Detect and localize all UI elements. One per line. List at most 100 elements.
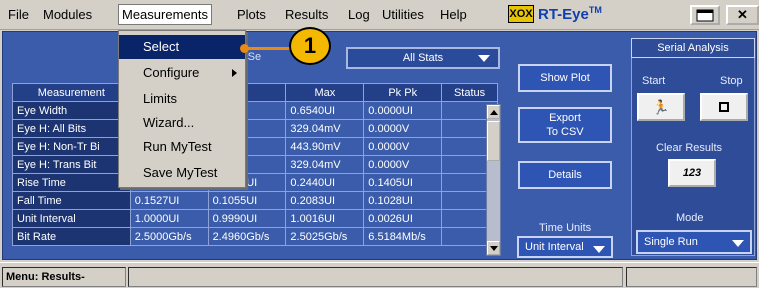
window-icon xyxy=(696,9,714,22)
export-csv-button[interactable]: Export To CSV xyxy=(518,107,612,143)
status-bar: Menu: Results->Summ... xyxy=(0,262,759,288)
menu-item-select[interactable]: Select xyxy=(119,35,245,59)
value-cell: 0.1028UI xyxy=(363,191,443,210)
status-cell-empty xyxy=(626,267,757,287)
menu-item-save-mytest[interactable]: Save MyTest xyxy=(119,161,245,185)
close-button[interactable]: ✕ xyxy=(726,5,759,25)
scroll-down-icon[interactable] xyxy=(487,241,500,255)
value-cell: 2.4960Gb/s xyxy=(207,227,287,246)
time-units-value: Unit Interval xyxy=(525,241,584,253)
menu-file[interactable]: File xyxy=(8,7,29,22)
menu-item-run-mytest[interactable]: Run MyTest xyxy=(119,135,245,159)
menu-help[interactable]: Help xyxy=(440,7,467,22)
col-max[interactable]: Max xyxy=(285,83,365,102)
value-cell: 1.0000UI xyxy=(129,209,209,228)
measurement-name-cell: Bit Rate xyxy=(12,227,131,246)
measurement-name-cell: Unit Interval xyxy=(12,209,131,228)
scroll-up-icon[interactable] xyxy=(487,105,500,119)
start-button[interactable]: 🏃 xyxy=(637,93,685,121)
menu-log[interactable]: Log xyxy=(348,7,370,22)
chevron-down-icon xyxy=(478,55,490,62)
time-units-dropdown[interactable]: Unit Interval xyxy=(517,236,613,258)
value-cell: 0.1405UI xyxy=(363,173,443,192)
menu-modules[interactable]: Modules xyxy=(43,7,92,22)
value-cell: 0.0000V xyxy=(363,119,443,138)
app-name: RT-EyeTM xyxy=(538,5,602,23)
callout-badge: 1 xyxy=(289,27,331,65)
details-label: Details xyxy=(548,169,582,181)
eraser-icon: 123 xyxy=(682,167,702,179)
close-icon: ✕ xyxy=(737,7,748,22)
col-status[interactable]: Status xyxy=(441,83,498,102)
mode-label: Mode xyxy=(676,212,704,224)
menu-measurements[interactable]: Measurements xyxy=(118,4,212,25)
measurement-name-cell: Eye H: Non-Tr Bi xyxy=(12,137,131,156)
measurement-name-cell: Eye H: Trans Bit xyxy=(12,155,131,174)
table-row[interactable]: Unit Interval 1.0000UI 0.9990UI 1.0016UI 0.0… xyxy=(12,209,498,228)
table-row[interactable]: Fall Time 0.1527UI 0.1055UI 0.2083UI 0.1028U… xyxy=(12,191,498,210)
menu-item-wizard[interactable]: Wizard... xyxy=(119,111,245,135)
menu-utilities[interactable]: Utilities xyxy=(382,7,424,22)
serial-analysis-title: Serial Analysis xyxy=(631,38,755,58)
menu-item-limits[interactable]: Limits xyxy=(119,87,245,111)
details-button[interactable]: Details xyxy=(518,161,612,189)
value-cell: 0.1055UI xyxy=(207,191,287,210)
chevron-down-icon xyxy=(732,240,744,247)
window-icon-button[interactable] xyxy=(690,5,720,25)
mode-dropdown[interactable]: Single Run xyxy=(636,230,752,254)
results-table: Measurement Max Pk Pk Status Eye WidthUI… xyxy=(12,83,498,246)
stop-button[interactable] xyxy=(700,93,748,121)
table-row[interactable]: Eye H: All BitsmV329.04mV0.0000V xyxy=(12,119,498,138)
menu-results[interactable]: Results xyxy=(285,7,328,22)
running-man-icon: 🏃 xyxy=(652,98,670,115)
export-label-1: Export xyxy=(549,112,581,124)
measurements-menu: Select Configure Limits Wizard... Run My… xyxy=(118,30,246,188)
table-header-row: Measurement Max Pk Pk Status xyxy=(12,83,498,102)
submenu-arrow-icon xyxy=(232,69,237,77)
status-cell-empty xyxy=(128,267,623,287)
value-cell: 329.04mV xyxy=(285,119,365,138)
value-cell: 443.90mV xyxy=(285,137,365,156)
value-cell: 0.9990UI xyxy=(207,209,287,228)
value-cell: 0.2083UI xyxy=(285,191,365,210)
value-cell: 6.5184Mb/s xyxy=(363,227,443,246)
stop-icon xyxy=(719,102,729,112)
value-cell: 1.0016UI xyxy=(285,209,365,228)
mode-value: Single Run xyxy=(644,236,698,248)
measurement-name-cell: Fall Time xyxy=(12,191,131,210)
table-row[interactable]: Rise Time0.1586UI0.1034UI0.2440UI0.1405U… xyxy=(12,173,498,192)
value-cell: 0.2440UI xyxy=(285,173,365,192)
stats-dropdown[interactable]: All Stats xyxy=(346,47,500,69)
value-cell: 2.5000Gb/s xyxy=(129,227,209,246)
callout-line xyxy=(244,47,292,50)
chevron-down-icon xyxy=(593,246,605,253)
measurement-name-cell: Eye H: All Bits xyxy=(12,119,131,138)
table-row[interactable]: Bit Rate 2.5000Gb/s 2.4960Gb/s 2.5025Gb/s 6.… xyxy=(12,227,498,246)
value-cell: 0.0000V xyxy=(363,155,443,174)
export-label-2: To CSV xyxy=(546,126,584,138)
stop-label: Stop xyxy=(720,75,743,87)
value-cell: 0.1527UI xyxy=(129,191,209,210)
menu-plots[interactable]: Plots xyxy=(237,7,266,22)
show-plot-button[interactable]: Show Plot xyxy=(518,64,612,92)
table-row[interactable]: Eye WidthUI0.6540UI0.0000UI xyxy=(12,101,498,120)
value-cell: 0.0000V xyxy=(363,137,443,156)
scroll-thumb[interactable] xyxy=(487,121,500,161)
value-cell: 329.04mV xyxy=(285,155,365,174)
logo-mark: XOX xyxy=(508,5,534,23)
clear-results-button[interactable]: 123 xyxy=(668,159,716,187)
col-pkpk[interactable]: Pk Pk xyxy=(363,83,443,102)
table-row[interactable]: Eye H: Trans BitmV329.04mV0.0000V xyxy=(12,155,498,174)
show-plot-label: Show Plot xyxy=(540,72,590,84)
value-cell: 0.0000UI xyxy=(363,101,443,120)
menu-item-configure[interactable]: Configure xyxy=(119,61,245,85)
table-row[interactable]: Eye H: Non-Tr BimV443.90mV0.0000V xyxy=(12,137,498,156)
app-logo: XOX RT-EyeTM xyxy=(508,3,602,25)
status-text: Menu: Results->Summ... xyxy=(2,267,126,287)
clear-results-label: Clear Results xyxy=(656,142,723,154)
value-cell: 0.0026UI xyxy=(363,209,443,228)
col-measurement[interactable]: Measurement xyxy=(12,83,131,102)
measurement-name-cell: Rise Time xyxy=(12,173,131,192)
value-cell: 0.6540UI xyxy=(285,101,365,120)
table-scrollbar[interactable] xyxy=(486,104,501,256)
